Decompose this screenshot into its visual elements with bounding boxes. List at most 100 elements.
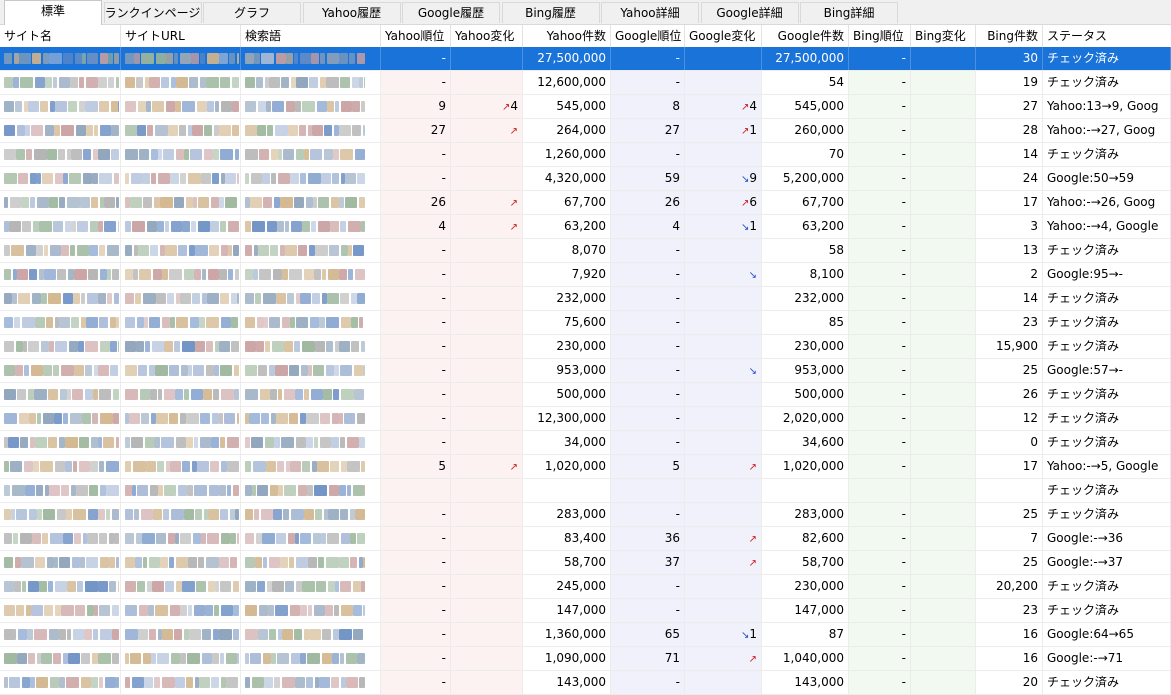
column-header-bing-rank[interactable]: Bing順位 <box>849 25 911 47</box>
tab-8[interactable]: Bing詳細 <box>800 2 898 23</box>
cell-yr: - <box>381 143 451 166</box>
table-row[interactable]: -4,320,000 59 ↘9 5,200,000-24 Google:50→59 <box>0 167 1171 191</box>
cell-gc <box>685 71 762 94</box>
cell-yr: - <box>381 287 451 310</box>
cell-br: - <box>849 287 911 310</box>
tab-2[interactable]: グラフ <box>203 2 301 23</box>
cell-name-redacted <box>0 143 121 166</box>
cell-gc <box>685 407 762 430</box>
rank-up-arrow-icon: ↗ <box>509 222 518 233</box>
cell-kw-redacted <box>241 455 381 478</box>
table-row[interactable]: -232,000-232,000-14 チェック済み <box>0 287 1171 311</box>
table-row[interactable]: -8,070-58-13 チェック済み <box>0 239 1171 263</box>
cell-bn: 7 <box>976 527 1043 550</box>
cell-yn: 63,200 <box>523 215 611 238</box>
table-row[interactable]: -58,700 37 ↗ 58,700-25 Google:-→37 <box>0 551 1171 575</box>
tab-7[interactable]: Google詳細 <box>700 2 799 23</box>
table-row[interactable]: -34,000-34,600-0 チェック済み <box>0 431 1171 455</box>
table-row[interactable]: 26 ↗ 67,700 26 ↗6 67,700-17 Yahoo:-→26, Goog <box>0 191 1171 215</box>
cell-br: - <box>849 359 911 382</box>
table-row[interactable]: 4 ↗ 63,200 4 ↘1 63,200-3 Yahoo:-→4, Google <box>0 215 1171 239</box>
column-header-google-change[interactable]: Google変化 <box>685 25 762 47</box>
tab-6[interactable]: Yahoo詳細 <box>601 2 699 23</box>
tab-5[interactable]: Bing履歴 <box>501 2 600 23</box>
cell-yc: ↗4 <box>451 95 523 118</box>
cell-bn: 16 <box>976 623 1043 646</box>
cell-yr: - <box>381 311 451 334</box>
table-row[interactable]: チェック済み <box>0 479 1171 503</box>
table-row[interactable]: -147,000-147,000-23 チェック済み <box>0 599 1171 623</box>
cell-url-redacted <box>121 239 241 262</box>
cell-yn: 12,300,000 <box>523 407 611 430</box>
cell-bn: 12 <box>976 407 1043 430</box>
cell-yr: - <box>381 167 451 190</box>
table-row[interactable]: -83,400 36 ↗ 82,600-7 Google:-→36 <box>0 527 1171 551</box>
column-header-yahoo-count[interactable]: Yahoo件数 <box>523 25 611 47</box>
cell-kw-redacted <box>241 47 381 70</box>
table-row[interactable]: 9 ↗4 545,000 8 ↗4 545,000-27 Yahoo:13→9, Goog <box>0 95 1171 119</box>
cell-kw-redacted <box>241 71 381 94</box>
table-row[interactable]: -953,000- ↘ 953,000-25 Google:57→- <box>0 359 1171 383</box>
cell-yr: 26 <box>381 191 451 214</box>
cell-br: - <box>849 311 911 334</box>
table-row[interactable]: -12,600,000-54-19 チェック済み <box>0 71 1171 95</box>
cell-gr: - <box>611 503 685 526</box>
column-header-status[interactable]: ステータス <box>1043 25 1171 47</box>
cell-bing-change <box>911 383 976 406</box>
cell-kw-redacted <box>241 119 381 142</box>
cell-gr: 36 <box>611 527 685 550</box>
column-header-yahoo-change[interactable]: Yahoo変化 <box>451 25 523 47</box>
cell-st: Google:64→65 <box>1043 623 1171 646</box>
table-row[interactable]: -143,000-143,000-20 チェック済み <box>0 671 1171 695</box>
rank-up-arrow-icon: ↗ <box>748 462 757 473</box>
cell-gc-value: 4 <box>749 99 757 113</box>
rank-up-arrow-icon: ↗ <box>748 534 757 545</box>
cell-name-redacted <box>0 503 121 526</box>
table-row[interactable]: -283,000-283,000-25 チェック済み <box>0 503 1171 527</box>
cell-name-redacted <box>0 359 121 382</box>
table-row[interactable]: -1,090,000 71 ↗ 1,040,000-16 Google:-→71 <box>0 647 1171 671</box>
cell-url-redacted <box>121 623 241 646</box>
cell-name-redacted <box>0 263 121 286</box>
cell-st: Google:-→71 <box>1043 647 1171 670</box>
cell-name-redacted <box>0 431 121 454</box>
cell-yc: ↗ <box>451 119 523 142</box>
column-header-site-name[interactable]: サイト名 <box>0 25 121 47</box>
table-row[interactable]: -7,920- ↘ 8,100-2 Google:95→- <box>0 263 1171 287</box>
table-row[interactable]: 27 ↗ 264,000 27 ↗1 260,000-28 Yahoo:-→27, Goog <box>0 119 1171 143</box>
cell-gn: 85 <box>762 311 849 334</box>
table-row[interactable]: -245,000-230,000-20,200 チェック済み <box>0 575 1171 599</box>
table-row[interactable]: -12,300,000-2,020,000-12 チェック済み <box>0 407 1171 431</box>
column-header-yahoo-rank[interactable]: Yahoo順位 <box>381 25 451 47</box>
column-header-google-rank[interactable]: Google順位 <box>611 25 685 47</box>
column-header-google-count[interactable]: Google件数 <box>762 25 849 47</box>
cell-gc: ↘9 <box>685 167 762 190</box>
cell-br: - <box>849 599 911 622</box>
cell-url-redacted <box>121 167 241 190</box>
table-row[interactable]: 5 ↗ 1,020,000 5 ↗ 1,020,000-17 Yahoo:-→5, Goog… <box>0 455 1171 479</box>
cell-yr: - <box>381 431 451 454</box>
table-row[interactable]: -1,360,000 65 ↘1 87-16 Google:64→65 <box>0 623 1171 647</box>
cell-gc <box>685 47 762 70</box>
column-header-site-url[interactable]: サイトURL <box>121 25 241 47</box>
table-row[interactable]: -230,000-230,000-15,900 チェック済み <box>0 335 1171 359</box>
tab-1[interactable]: ランクインページ <box>103 2 202 23</box>
tab-4[interactable]: Google履歴 <box>402 2 500 23</box>
table-row[interactable]: -1,260,000-70-14 チェック済み <box>0 143 1171 167</box>
column-header-bing-count[interactable]: Bing件数 <box>976 25 1043 47</box>
cell-br: - <box>849 71 911 94</box>
cell-st: Yahoo:-→5, Google <box>1043 455 1171 478</box>
cell-yr: - <box>381 407 451 430</box>
tab-3[interactable]: Yahoo履歴 <box>302 2 401 23</box>
table-row[interactable]: -75,600-85-23 チェック済み <box>0 311 1171 335</box>
table-row[interactable]: -27,500,000-27,500,000-30 チェック済み <box>0 47 1171 71</box>
column-header-bing-change[interactable]: Bing変化 <box>911 25 976 47</box>
cell-gc <box>685 239 762 262</box>
cell-bing-change <box>911 599 976 622</box>
column-header-keyword[interactable]: 検索語 <box>241 25 381 47</box>
cell-bn: 26 <box>976 383 1043 406</box>
cell-br: - <box>849 215 911 238</box>
cell-yn: 232,000 <box>523 287 611 310</box>
tab-0[interactable]: 標準 <box>4 0 102 25</box>
table-row[interactable]: -500,000-500,000-26 チェック済み <box>0 383 1171 407</box>
